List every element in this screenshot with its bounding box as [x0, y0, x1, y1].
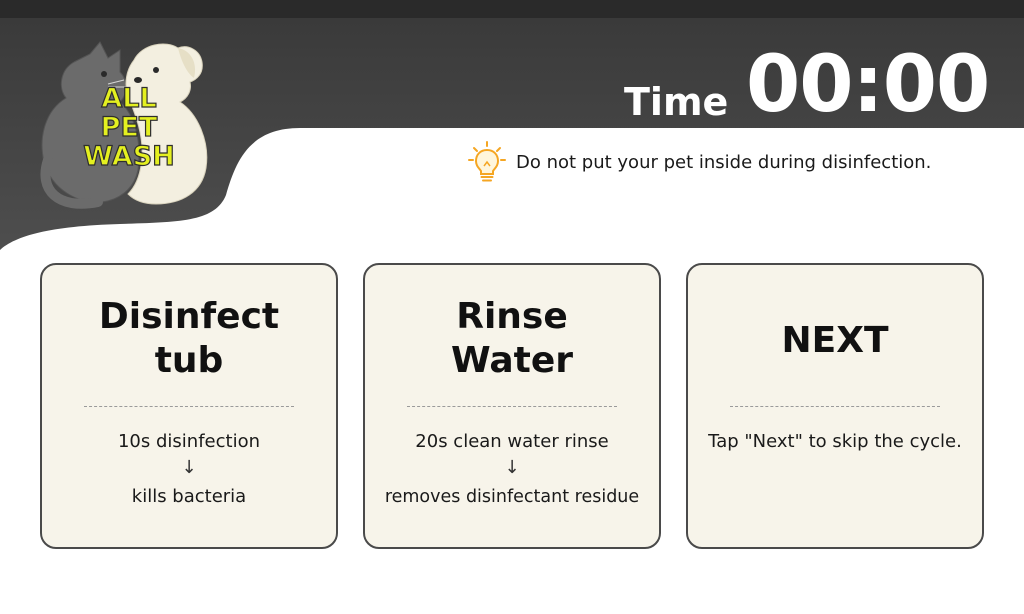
card-divider: [84, 406, 294, 407]
rinse-desc-line1: 20s clean water rinse: [415, 431, 609, 452]
timer-display: 00:00: [746, 40, 990, 130]
lightbulb-icon: [468, 141, 506, 182]
rinse-desc-line2: removes disinfectant residue: [384, 487, 640, 507]
rinse-title-line1: Rinse: [456, 296, 568, 337]
disinfect-desc-line1: 10s disinfection: [117, 431, 260, 452]
screen: ALL PET WASH Time 00:00 Do not put your …: [0, 0, 1024, 614]
next-title: NEXT: [781, 320, 889, 361]
disinfect-tub-button[interactable]: Disinfect tub 10s disinfection ↓ kills b…: [40, 263, 338, 549]
screen-bezel: [0, 0, 1024, 18]
disinfect-title-line1: Disinfect: [98, 296, 280, 337]
disinfect-title-line2: tub: [154, 340, 224, 381]
down-arrow-icon: ↓: [181, 457, 197, 478]
next-button[interactable]: NEXT Tap "Next" to skip the cycle.: [686, 263, 984, 549]
rinse-water-button[interactable]: Rinse Water 20s clean water rinse ↓ remo…: [363, 263, 661, 549]
logo-wordmark: ALL PET WASH: [74, 83, 184, 172]
disinfect-desc-line2: kills bacteria: [131, 486, 247, 507]
down-arrow-icon: ↓: [504, 457, 520, 478]
all-pet-wash-logo: ALL PET WASH: [38, 40, 218, 210]
notice-text: Do not put your pet inside during disinf…: [516, 151, 932, 173]
next-desc: Tap "Next" to skip the cycle.: [708, 431, 962, 452]
logo-line-wash: WASH: [83, 141, 176, 172]
safety-notice: Do not put your pet inside during disinf…: [466, 140, 931, 184]
disinfect-tub-title: Disinfect tub: [42, 295, 336, 383]
time-label: Time: [624, 80, 729, 124]
card-divider: [730, 406, 940, 407]
logo-line-pet: PET: [100, 112, 158, 143]
rinse-title-line2: Water: [450, 340, 574, 381]
card-divider: [407, 406, 617, 407]
rinse-water-title: Rinse Water: [365, 295, 659, 383]
logo-line-all: ALL: [101, 83, 158, 114]
